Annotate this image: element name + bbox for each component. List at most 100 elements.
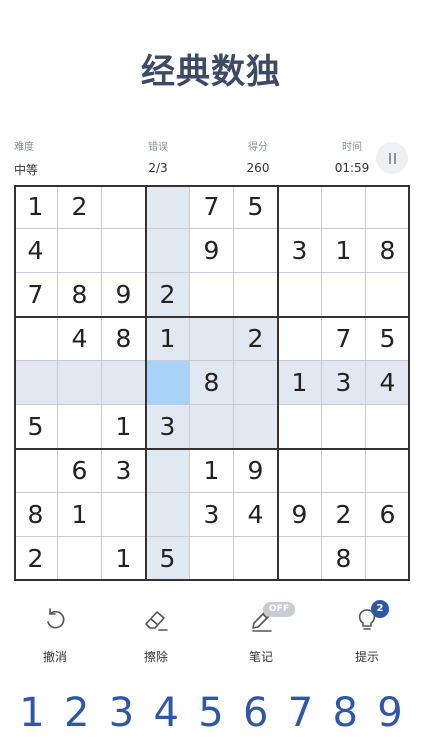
- board-cell-r2-c3[interactable]: [102, 229, 146, 273]
- board-cell-r4-c3[interactable]: 8: [102, 317, 146, 361]
- board-cell-r7-c9[interactable]: [366, 449, 410, 493]
- board-cell-r4-c1[interactable]: [14, 317, 58, 361]
- number-key-3[interactable]: 3: [102, 688, 142, 738]
- board-cell-r9-c3[interactable]: 1: [102, 537, 146, 581]
- board-cell-r9-c9[interactable]: [366, 537, 410, 581]
- board-cell-r7-c4[interactable]: [146, 449, 190, 493]
- board-cell-r6-c9[interactable]: [366, 405, 410, 449]
- number-key-9[interactable]: 9: [370, 688, 410, 738]
- board-cell-r9-c6[interactable]: [234, 537, 278, 581]
- board-cell-r3-c5[interactable]: [190, 273, 234, 317]
- board-cell-r3-c8[interactable]: [322, 273, 366, 317]
- board-cell-r2-c2[interactable]: [58, 229, 102, 273]
- board-cell-r5-c3[interactable]: [102, 361, 146, 405]
- board-cell-r4-c9[interactable]: 5: [366, 317, 410, 361]
- number-key-8[interactable]: 8: [325, 688, 365, 738]
- board-cell-r3-c9[interactable]: [366, 273, 410, 317]
- erase-button[interactable]: 擦除: [116, 604, 196, 665]
- board-cell-r5-c1[interactable]: [14, 361, 58, 405]
- board-cell-r2-c5[interactable]: 9: [190, 229, 234, 273]
- board-cell-r1-c3[interactable]: [102, 185, 146, 229]
- board-cell-r1-c1[interactable]: 1: [14, 185, 58, 229]
- number-key-5[interactable]: 5: [191, 688, 231, 738]
- board-cell-r5-c5[interactable]: 8: [190, 361, 234, 405]
- board-cell-r6-c1[interactable]: 5: [14, 405, 58, 449]
- board-cell-r7-c8[interactable]: [322, 449, 366, 493]
- board-cell-r5-c9[interactable]: 4: [366, 361, 410, 405]
- undo-button[interactable]: 撤消: [15, 604, 95, 665]
- notes-button[interactable]: OFF 笔记: [221, 602, 301, 665]
- board-cell-r8-c3[interactable]: [102, 493, 146, 537]
- number-key-2[interactable]: 2: [57, 688, 97, 738]
- board-cell-r6-c5[interactable]: [190, 405, 234, 449]
- board-cell-r3-c4[interactable]: 2: [146, 273, 190, 317]
- board-cell-r1-c2[interactable]: 2: [58, 185, 102, 229]
- board-cell-r3-c6[interactable]: [234, 273, 278, 317]
- board-cell-r7-c3[interactable]: 3: [102, 449, 146, 493]
- hint-button[interactable]: 2 提示: [327, 600, 407, 665]
- pause-button[interactable]: [376, 142, 408, 174]
- number-key-7[interactable]: 7: [281, 688, 321, 738]
- board-cell-r2-c8[interactable]: 1: [322, 229, 366, 273]
- board-cell-r7-c5[interactable]: 1: [190, 449, 234, 493]
- pause-icon-bar-left: [388, 152, 391, 164]
- board-cell-r7-c2[interactable]: 6: [58, 449, 102, 493]
- board-cell-r2-c4[interactable]: [146, 229, 190, 273]
- number-key-4[interactable]: 4: [146, 688, 186, 738]
- board-cell-r7-c6[interactable]: 9: [234, 449, 278, 493]
- number-key-6[interactable]: 6: [236, 688, 276, 738]
- board-cell-r8-c2[interactable]: 1: [58, 493, 102, 537]
- board-cell-r9-c8[interactable]: 8: [322, 537, 366, 581]
- board-cell-r3-c7[interactable]: [278, 273, 322, 317]
- board-cell-r4-c4[interactable]: 1: [146, 317, 190, 361]
- board-cell-r1-c8[interactable]: [322, 185, 366, 229]
- board-cell-r9-c7[interactable]: [278, 537, 322, 581]
- number-pad: 1 2 3 4 5 6 7 8 9: [12, 688, 410, 738]
- board-cell-r4-c2[interactable]: 4: [58, 317, 102, 361]
- board-cell-r3-c3[interactable]: 9: [102, 273, 146, 317]
- board-cell-r6-c7[interactable]: [278, 405, 322, 449]
- number-key-1[interactable]: 1: [12, 688, 52, 738]
- board-cell-r2-c9[interactable]: 8: [366, 229, 410, 273]
- board-cell-r6-c6[interactable]: [234, 405, 278, 449]
- board-cell-r4-c6[interactable]: 2: [234, 317, 278, 361]
- board-cell-r9-c1[interactable]: 2: [14, 537, 58, 581]
- notes-off-badge: OFF: [263, 602, 295, 617]
- board-cell-r5-c6[interactable]: [234, 361, 278, 405]
- board-cell-r4-c7[interactable]: [278, 317, 322, 361]
- board-cell-r1-c9[interactable]: [366, 185, 410, 229]
- board-cell-r5-c4[interactable]: [146, 361, 190, 405]
- board-cell-r5-c2[interactable]: [58, 361, 102, 405]
- lightbulb-icon: 2: [327, 600, 407, 644]
- board-cell-r1-c4[interactable]: [146, 185, 190, 229]
- board-cell-r8-c4[interactable]: [146, 493, 190, 537]
- board-cell-r9-c5[interactable]: [190, 537, 234, 581]
- board-cell-r8-c5[interactable]: 3: [190, 493, 234, 537]
- board-cell-r7-c1[interactable]: [14, 449, 58, 493]
- difficulty-label: 难度: [14, 142, 34, 153]
- board-cell-r1-c7[interactable]: [278, 185, 322, 229]
- board-cell-r8-c8[interactable]: 2: [322, 493, 366, 537]
- board-cell-r1-c6[interactable]: 5: [234, 185, 278, 229]
- board-cell-r2-c7[interactable]: 3: [278, 229, 322, 273]
- board-cell-r3-c1[interactable]: 7: [14, 273, 58, 317]
- board-cell-r3-c2[interactable]: 8: [58, 273, 102, 317]
- board-cell-r8-c7[interactable]: 9: [278, 493, 322, 537]
- board-cell-r7-c7[interactable]: [278, 449, 322, 493]
- board-cell-r8-c6[interactable]: 4: [234, 493, 278, 537]
- board-cell-r5-c8[interactable]: 3: [322, 361, 366, 405]
- board-cell-r6-c8[interactable]: [322, 405, 366, 449]
- board-cell-r4-c5[interactable]: [190, 317, 234, 361]
- board-cell-r2-c6[interactable]: [234, 229, 278, 273]
- board-cell-r8-c1[interactable]: 8: [14, 493, 58, 537]
- board-cell-r6-c3[interactable]: 1: [102, 405, 146, 449]
- board-cell-r6-c4[interactable]: 3: [146, 405, 190, 449]
- board-cell-r8-c9[interactable]: 6: [366, 493, 410, 537]
- board-cell-r9-c2[interactable]: [58, 537, 102, 581]
- board-cell-r5-c7[interactable]: 1: [278, 361, 322, 405]
- board-cell-r2-c1[interactable]: 4: [14, 229, 58, 273]
- board-cell-r1-c5[interactable]: 7: [190, 185, 234, 229]
- board-cell-r9-c4[interactable]: 5: [146, 537, 190, 581]
- board-cell-r4-c8[interactable]: 7: [322, 317, 366, 361]
- board-cell-r6-c2[interactable]: [58, 405, 102, 449]
